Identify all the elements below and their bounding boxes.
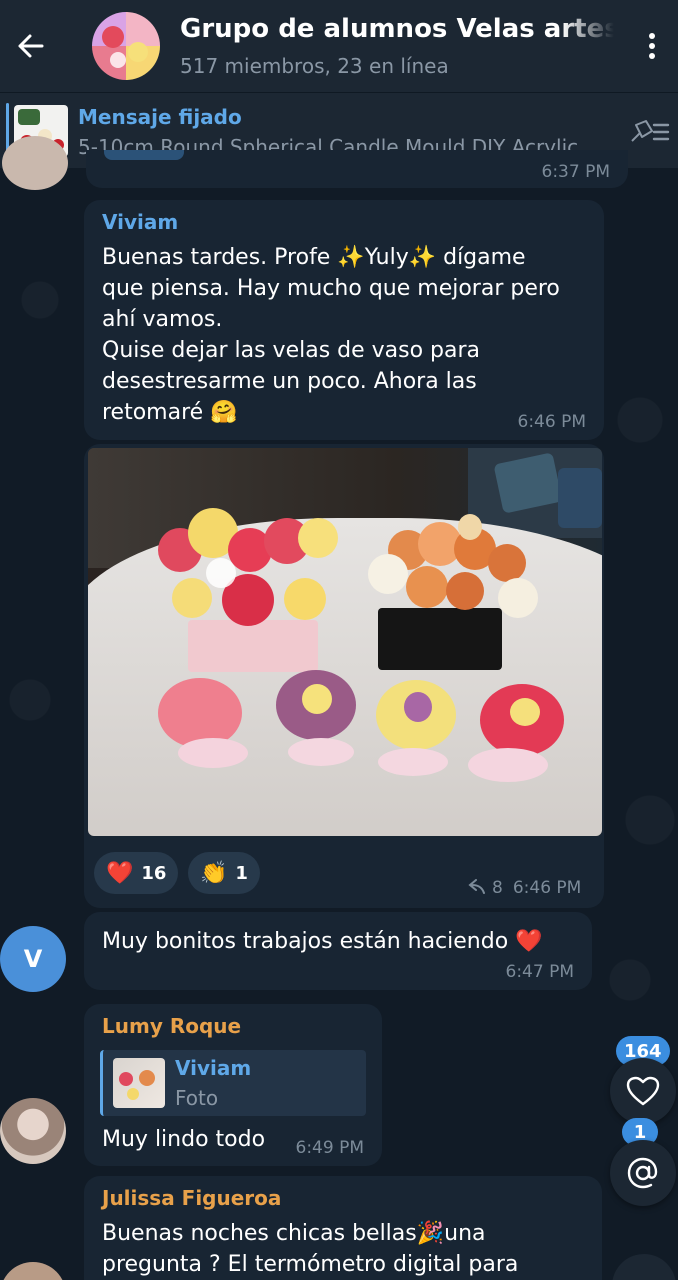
clap-emoji-icon: 👏	[200, 860, 228, 886]
chat-subtitle: 517 miembros, 23 en línea	[180, 54, 449, 78]
arrow-left-icon	[18, 34, 44, 58]
reply-count[interactable]: 8 6:46 PM	[466, 878, 581, 898]
avatar[interactable]: V	[0, 926, 66, 992]
pin-list-icon	[631, 120, 670, 142]
message-sender[interactable]: Lumy Roque	[102, 1014, 241, 1038]
message-sender[interactable]: Julissa Figueroa	[102, 1186, 281, 1210]
previous-message-bubble: 6:37 PM	[86, 150, 628, 188]
message-bubble[interactable]: Julissa Figueroa Buenas noches chicas be…	[84, 1176, 602, 1280]
message-bubble[interactable]: Viviam Buenas tardes. Profe ✨Yuly✨ dígam…	[84, 200, 604, 440]
message-time: 6:47 PM	[505, 962, 575, 982]
unread-reactions-button[interactable]	[610, 1058, 676, 1124]
reaction-count: 1	[235, 862, 248, 884]
avatar-letter: V	[23, 945, 43, 973]
reply-icon	[468, 879, 485, 894]
more-menu-button[interactable]	[632, 24, 672, 68]
heart-icon	[626, 1076, 660, 1106]
pinned-label: Mensaje fijado	[78, 105, 242, 129]
pin-list-button[interactable]	[628, 117, 670, 147]
message-text: Buenas tardes. Profe ✨Yuly✨ dígame que p…	[102, 245, 560, 425]
reaction-heart[interactable]: ❤️ 16	[94, 852, 179, 894]
reaction-count: 16	[141, 862, 167, 884]
message-time: 6:37 PM	[541, 162, 611, 182]
chat-header: Grupo de alumnos Velas artesanales 517 m…	[0, 0, 678, 92]
back-button[interactable]	[12, 24, 52, 68]
heart-emoji-icon: ❤️	[106, 860, 134, 886]
reaction-clap[interactable]: 👏 1	[188, 852, 260, 894]
reply-thumbnail	[113, 1058, 165, 1108]
unread-mentions-button[interactable]	[610, 1140, 676, 1206]
more-vertical-icon	[649, 33, 655, 59]
message-bubble[interactable]: Lumy Roque Viviam Foto Muy lindo todo 6:…	[84, 1004, 382, 1166]
message-text: Buenas noches chicas bellas🎉una pregunta…	[102, 1221, 519, 1277]
at-icon	[627, 1157, 658, 1189]
message-sender[interactable]: Viviam	[102, 210, 178, 234]
message-time: 6:49 PM	[295, 1138, 365, 1158]
group-avatar[interactable]	[92, 12, 160, 80]
message-photo[interactable]	[88, 448, 602, 836]
message-bubble[interactable]: Muy bonitos trabajos están haciendo ❤️ 6…	[84, 912, 592, 990]
reply-sender: Viviam	[175, 1056, 252, 1080]
avatar[interactable]	[0, 1098, 66, 1164]
message-text: Muy bonitos trabajos están haciendo ❤️	[102, 929, 543, 954]
message-time: 6:46 PM	[517, 412, 587, 432]
reply-text: Foto	[175, 1086, 219, 1110]
message-time: 6:46 PM	[512, 878, 582, 898]
message-text: Muy lindo todo	[102, 1127, 266, 1152]
chat-title[interactable]: Grupo de alumnos Velas artesanales	[180, 14, 614, 44]
reply-quote[interactable]: Viviam Foto	[100, 1050, 366, 1116]
avatar[interactable]	[2, 136, 68, 190]
